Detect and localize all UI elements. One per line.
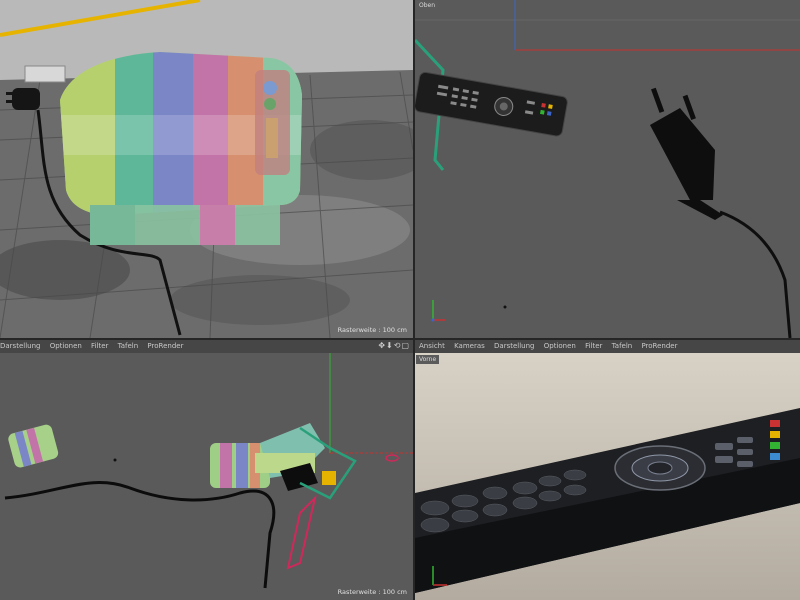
viewport-menubar-left: Darstellung Optionen Filter Tafeln ProRe…: [0, 340, 413, 353]
viewport-divider-horizontal[interactable]: [0, 338, 800, 340]
green-button: [770, 442, 780, 449]
viewport-nav-icons[interactable]: ✥⬇⟲▢: [378, 341, 410, 350]
front-viewport[interactable]: Ansicht Kameras Darstellung Optionen Fil…: [415, 340, 800, 600]
perspective-viewport[interactable]: Rasterweite : 100 cm: [0, 0, 413, 338]
tv-small: [8, 424, 59, 468]
red-button: [770, 420, 780, 427]
bottom-left-scene: [4, 353, 413, 589]
wall-socket: [24, 65, 66, 83]
menu-darstellung[interactable]: Darstellung: [0, 342, 40, 350]
menu-prorender[interactable]: ProRender: [147, 342, 183, 350]
axis-gizmo: [431, 300, 445, 322]
plug-top: [650, 87, 723, 220]
front-scene: [415, 353, 800, 600]
menu-filter-r[interactable]: Filter: [585, 342, 602, 350]
menu-optionen[interactable]: Optionen: [50, 342, 82, 350]
menu-ansicht[interactable]: Ansicht: [419, 342, 445, 350]
viewport-divider-vertical[interactable]: [413, 0, 415, 600]
viewport-label-front[interactable]: Vorne: [416, 355, 440, 364]
cable-bl: [4, 481, 276, 589]
menu-kameras[interactable]: Kameras: [454, 342, 485, 350]
viewport-menubar-right: Ansicht Kameras Darstellung Optionen Fil…: [415, 340, 800, 353]
tv-model: [60, 52, 302, 245]
grid-spacing-label: Rasterweite : 100 cm: [337, 326, 407, 334]
menu-filter[interactable]: Filter: [91, 342, 108, 350]
bottom-left-viewport[interactable]: Darstellung Optionen Filter Tafeln ProRe…: [0, 340, 413, 600]
grid-spacing-label-bl: Rasterweite : 100 cm: [337, 588, 407, 596]
top-scene: [415, 0, 800, 338]
menu-tafeln[interactable]: Tafeln: [118, 342, 139, 350]
blue-button: [770, 453, 780, 460]
menu-tafeln-r[interactable]: Tafeln: [612, 342, 633, 350]
top-viewport[interactable]: Oben: [415, 0, 800, 338]
yellow-cube: [322, 471, 336, 485]
magenta-plane: [286, 494, 317, 570]
viewport-label-top[interactable]: Oben: [416, 1, 439, 10]
yellow-button: [770, 431, 780, 438]
perspective-scene: [0, 0, 413, 338]
menu-optionen-r[interactable]: Optionen: [544, 342, 576, 350]
menu-prorender-r[interactable]: ProRender: [641, 342, 677, 350]
menu-darstellung-r[interactable]: Darstellung: [494, 342, 534, 350]
cable-top: [719, 210, 792, 338]
